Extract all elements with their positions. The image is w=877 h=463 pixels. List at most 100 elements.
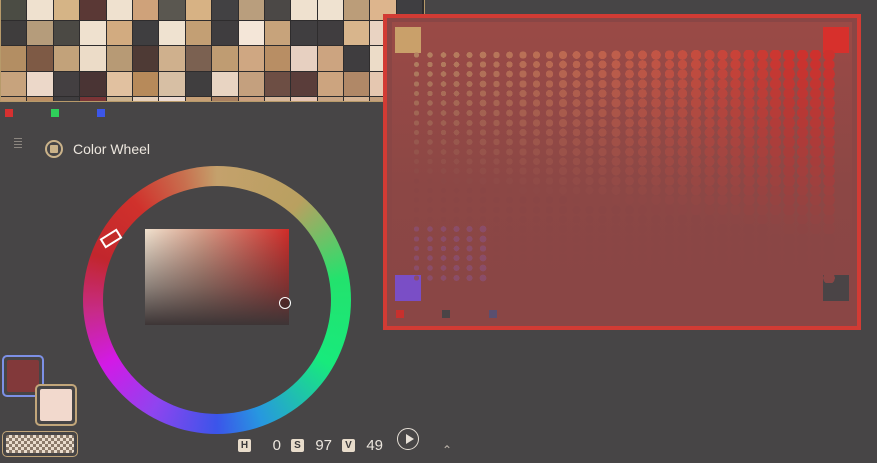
palette-dot-blue[interactable] (97, 109, 105, 117)
palette-swatch[interactable] (317, 71, 344, 96)
palette-swatch[interactable] (185, 0, 212, 20)
palette-swatch[interactable] (238, 0, 264, 20)
palette-swatch[interactable] (264, 97, 291, 101)
palette-swatch[interactable] (53, 97, 80, 101)
mosaic-cell (822, 79, 836, 89)
checkerboard-icon[interactable] (2, 431, 78, 457)
palette-swatch[interactable] (344, 97, 370, 101)
mosaic-cell (649, 263, 663, 273)
mosaic-cell (476, 156, 490, 167)
palette-swatch[interactable] (238, 20, 264, 45)
palette-swatch[interactable] (264, 20, 291, 45)
palette-swatch[interactable] (132, 97, 159, 101)
mosaic-cell (729, 146, 743, 157)
mosaic-cell (476, 137, 490, 147)
palette-swatch[interactable] (344, 46, 370, 71)
palette-swatch[interactable] (344, 71, 370, 96)
palette-swatch[interactable] (80, 0, 106, 20)
grip-icon[interactable] (14, 138, 22, 150)
palette-swatch[interactable] (317, 20, 344, 45)
palette-swatch[interactable] (317, 46, 344, 71)
s-value[interactable]: 97 (304, 437, 332, 454)
panel-dot-slate[interactable] (489, 310, 497, 318)
h-value[interactable]: 0 (251, 437, 281, 454)
mosaic-cell (529, 175, 543, 186)
palette-swatch[interactable] (212, 0, 238, 20)
palette-swatch[interactable] (1, 97, 27, 101)
palette-swatch[interactable] (27, 20, 53, 45)
secondary-color-swatch[interactable] (35, 384, 77, 426)
palette-swatch[interactable] (159, 46, 185, 71)
palette-swatch[interactable] (159, 97, 185, 101)
palette-swatch[interactable] (106, 71, 132, 96)
palette-swatch[interactable] (132, 0, 159, 20)
v-value[interactable]: 49 (355, 437, 383, 454)
panel-dot-gray[interactable] (442, 310, 450, 318)
play-icon[interactable] (397, 428, 419, 450)
palette-swatch[interactable] (53, 0, 80, 20)
palette-swatch[interactable] (80, 46, 106, 71)
chevron-up-icon[interactable]: ⌃ (442, 443, 452, 457)
mosaic-cell (622, 243, 637, 254)
palette-swatch[interactable] (1, 20, 27, 45)
palette-swatch[interactable] (291, 46, 317, 71)
palette-swatch[interactable] (291, 71, 317, 96)
palette-swatch[interactable] (159, 20, 185, 45)
palette-swatch[interactable] (106, 97, 132, 101)
palette-swatch[interactable] (80, 20, 106, 45)
palette-swatch[interactable] (27, 46, 53, 71)
mosaic-cell (449, 185, 464, 196)
palette-swatch[interactable] (291, 0, 317, 20)
palette-swatch[interactable] (106, 46, 132, 71)
palette-swatch[interactable] (1, 46, 27, 71)
mosaic-cell (822, 146, 836, 157)
palette-swatch[interactable] (53, 20, 80, 45)
palette-swatch[interactable] (27, 0, 53, 20)
palette-swatch[interactable] (291, 97, 317, 101)
palette-swatch[interactable] (344, 20, 370, 45)
palette-swatch[interactable] (27, 97, 53, 101)
mosaic-cell (715, 234, 730, 244)
mosaic-cell (822, 234, 836, 244)
palette-swatch[interactable] (212, 71, 238, 96)
palette-dot-green[interactable] (51, 109, 59, 117)
saturation-value-square[interactable] (145, 229, 289, 325)
panel-dot-red[interactable] (396, 310, 404, 318)
palette-swatch[interactable] (53, 71, 80, 96)
palette-swatch[interactable] (238, 71, 264, 96)
palette-swatch[interactable] (132, 71, 159, 96)
palette-swatch[interactable] (185, 46, 212, 71)
palette-swatch[interactable] (106, 20, 132, 45)
palette-swatch[interactable] (344, 0, 370, 20)
color-wheel-icon[interactable] (45, 140, 63, 158)
palette-swatch[interactable] (212, 97, 238, 101)
palette-swatch[interactable] (159, 0, 185, 20)
mosaic-cell (689, 185, 703, 196)
palette-swatch[interactable] (53, 46, 80, 71)
palette-swatch[interactable] (185, 20, 212, 45)
palette-swatch[interactable] (317, 0, 344, 20)
palette-swatch[interactable] (80, 71, 106, 96)
palette-swatch[interactable] (264, 71, 291, 96)
palette-swatch[interactable] (1, 0, 27, 20)
palette-swatch[interactable] (238, 46, 264, 71)
palette-swatch[interactable] (106, 0, 132, 20)
palette-swatch[interactable] (238, 97, 264, 101)
palette-swatch[interactable] (1, 71, 27, 96)
palette-swatch[interactable] (27, 71, 53, 96)
palette-dot-red[interactable] (5, 109, 13, 117)
palette-swatch[interactable] (132, 46, 159, 71)
palette-swatch[interactable] (317, 97, 344, 101)
palette-swatch[interactable] (185, 97, 212, 101)
mosaic-cell (782, 137, 796, 147)
palette-swatch[interactable] (80, 97, 106, 101)
palette-swatch[interactable] (185, 71, 212, 96)
palette-swatch[interactable] (212, 20, 238, 45)
palette-swatch[interactable] (132, 20, 159, 45)
palette-swatch[interactable] (159, 71, 185, 96)
palette-swatch[interactable] (212, 46, 238, 71)
palette-swatch[interactable] (264, 46, 291, 71)
palette-swatch[interactable] (264, 0, 291, 20)
sv-picker-handle[interactable] (279, 297, 291, 309)
palette-swatch[interactable] (291, 20, 317, 45)
